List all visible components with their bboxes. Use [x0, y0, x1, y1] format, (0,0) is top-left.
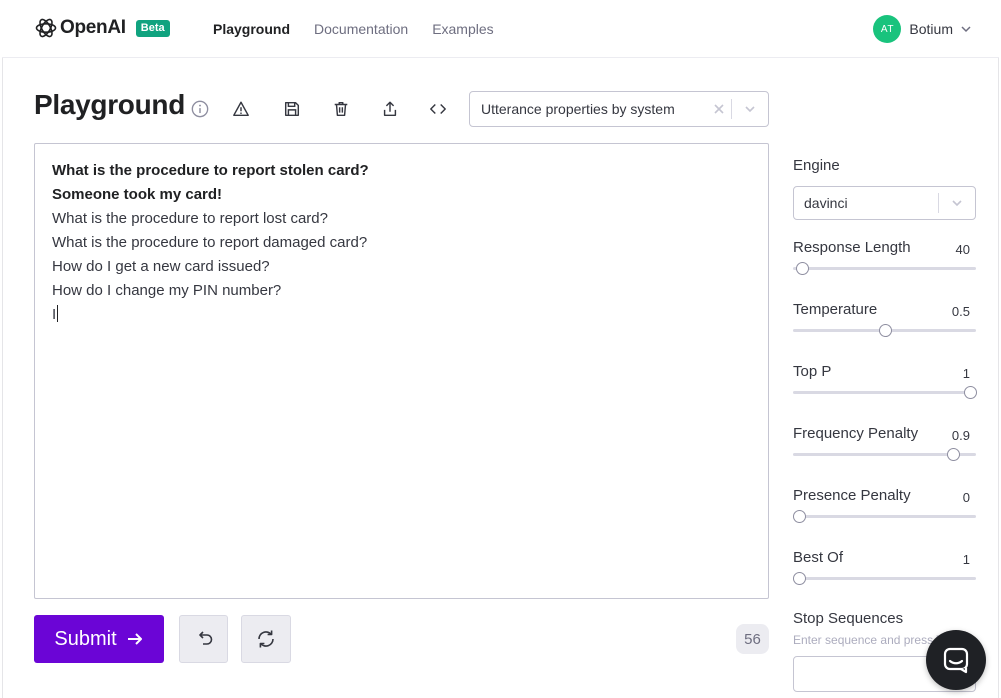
text-cursor — [57, 305, 59, 322]
share-button[interactable] — [377, 96, 403, 122]
param-temperature: Temperature 0.5 — [793, 301, 976, 353]
chevron-down-icon — [952, 200, 962, 207]
param-value: 0.9 — [951, 428, 970, 443]
slider-thumb[interactable] — [964, 386, 977, 399]
warning-icon — [233, 101, 249, 117]
undo-button[interactable] — [179, 615, 228, 663]
trash-icon — [334, 101, 348, 117]
prompt-line-bold: What is the procedure to report stolen c… — [52, 162, 369, 179]
chevron-down-icon — [745, 106, 755, 113]
param-label: Presence Penalty — [793, 487, 911, 504]
param-label: Top P — [793, 363, 832, 380]
prompt-line-bold: Someone took my card! — [52, 186, 223, 203]
prompt-line: What is the procedure to report damaged … — [52, 234, 368, 251]
undo-icon — [198, 631, 212, 645]
prompt-line: How do I get a new card issued? — [52, 258, 270, 275]
prompt-current-text: I — [52, 306, 57, 323]
slider-thumb[interactable] — [878, 324, 892, 337]
prompt-line: What is the procedure to report lost car… — [52, 210, 328, 227]
delete-button[interactable] — [328, 96, 354, 122]
prompt-editor[interactable]: What is the procedure to report stolen c… — [34, 143, 769, 599]
nav-playground[interactable]: Playground — [213, 21, 290, 37]
engine-value: davinci — [804, 195, 848, 211]
save-button[interactable] — [279, 96, 305, 122]
param-label: Response Length — [793, 239, 911, 256]
warning-button[interactable] — [228, 96, 254, 122]
code-icon — [430, 103, 446, 115]
top-header: OpenAI Beta Playground Documentation Exa… — [2, 0, 999, 58]
engine-dropdown-toggle[interactable] — [939, 196, 975, 210]
openai-logo[interactable]: OpenAI Beta — [34, 16, 170, 40]
info-icon — [191, 100, 209, 118]
avatar: AT — [873, 15, 902, 43]
stop-sequences-label: Stop Sequences — [793, 610, 904, 627]
page-title: Playground — [34, 89, 186, 120]
param-frequency-penalty: Frequency Penalty 0.9 — [793, 425, 976, 477]
support-chat-button[interactable] — [926, 630, 986, 690]
slider-thumb[interactable] — [793, 510, 806, 523]
main-nav: Playground Documentation Examples — [213, 0, 518, 58]
param-value: 1 — [962, 552, 970, 567]
submit-label: Submit — [54, 627, 117, 650]
nav-documentation[interactable]: Documentation — [314, 21, 408, 37]
token-counter: 56 — [736, 624, 769, 654]
submit-button[interactable]: Submit — [34, 615, 164, 663]
close-icon — [714, 104, 724, 114]
chat-icon — [943, 647, 969, 674]
param-value: 40 — [955, 242, 970, 257]
param-value: 0 — [962, 490, 970, 505]
user-name: Botium — [909, 21, 953, 37]
slider-track[interactable] — [793, 515, 976, 518]
param-best-of: Best Of 1 — [793, 549, 976, 601]
engine-label: Engine — [793, 157, 840, 174]
param-label: Temperature — [793, 301, 878, 318]
preset-select[interactable]: Utterance properties by system — [469, 91, 769, 127]
nav-examples[interactable]: Examples — [432, 21, 493, 37]
slider-track[interactable] — [793, 577, 976, 580]
slider-thumb[interactable] — [796, 262, 810, 275]
view-code-button[interactable] — [425, 96, 451, 122]
regenerate-button[interactable] — [241, 615, 291, 663]
param-top-p: Top P 1 — [793, 363, 977, 415]
param-value: 0.5 — [951, 304, 970, 319]
prompt-line: How do I change my PIN number? — [52, 282, 282, 299]
beta-badge: Beta — [135, 19, 170, 37]
param-label: Frequency Penalty — [793, 425, 919, 442]
prompt-current-line: I — [52, 303, 751, 327]
save-icon — [284, 101, 300, 117]
preset-dropdown-toggle[interactable] — [732, 102, 768, 116]
refresh-icon — [258, 630, 274, 648]
param-value: 1 — [962, 366, 970, 381]
arrow-right-icon — [127, 633, 142, 645]
openai-logo-icon — [35, 18, 57, 38]
logo-text: OpenAI — [60, 17, 126, 38]
preset-value: Utterance properties by system — [481, 101, 675, 117]
share-icon — [383, 101, 397, 117]
chevron-down-icon — [961, 26, 971, 33]
slider-track[interactable] — [793, 391, 976, 394]
slider-thumb[interactable] — [946, 448, 960, 461]
engine-select[interactable]: davinci — [793, 186, 976, 220]
slider-thumb[interactable] — [793, 572, 806, 585]
param-response-length: Response Length 40 — [793, 239, 976, 291]
slider-track[interactable] — [793, 267, 976, 270]
param-label: Best Of — [793, 549, 844, 566]
user-menu[interactable]: AT Botium — [873, 15, 973, 43]
info-button[interactable] — [187, 96, 213, 122]
clear-preset-button[interactable] — [707, 102, 731, 116]
param-presence-penalty: Presence Penalty 0 — [793, 487, 976, 539]
